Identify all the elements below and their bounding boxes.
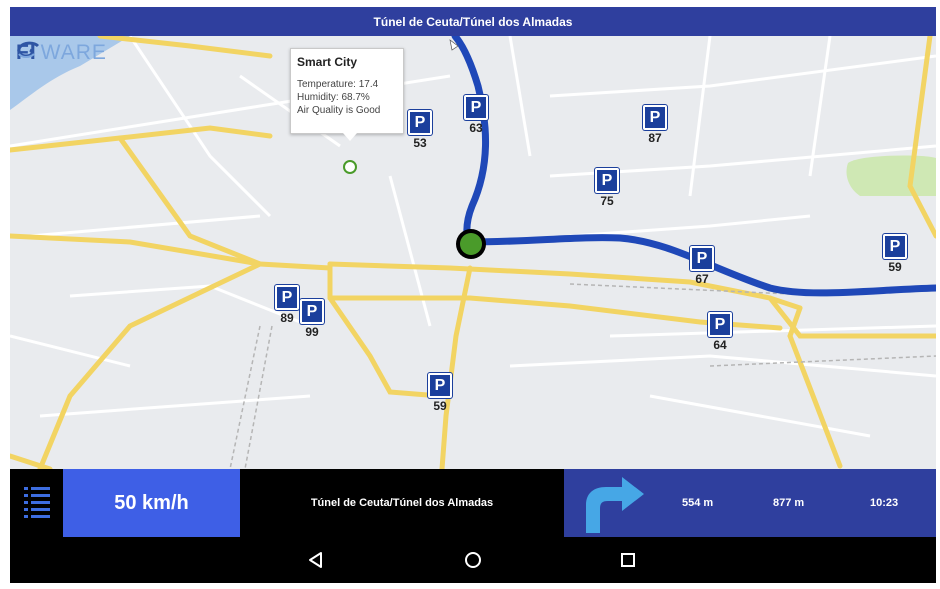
map-view[interactable]: FI WARE Smart City Temperature: 17.4 Humi… [10,36,936,469]
menu-button[interactable] [10,469,63,537]
parking-marker[interactable]: P 75 [595,168,619,208]
parking-marker[interactable]: P 53 [408,110,432,150]
parking-icon: P [708,312,732,337]
parking-icon: P [300,299,324,324]
arrival-time: 10:23 [870,497,899,509]
parking-marker[interactable]: P 59 [883,234,907,274]
next-turn-distance: 554 m [682,497,714,509]
parking-count: 64 [713,338,727,352]
parking-icon: P [408,110,432,135]
parking-count: 99 [305,325,319,339]
parking-icon: P [275,285,299,310]
parking-icon: P [883,234,907,259]
popup-humidity: Humidity: 68.7% [297,92,370,103]
parking-icon: P [464,95,488,120]
parking-count: 89 [280,311,294,325]
parking-marker[interactable]: P 87 [643,105,667,145]
fiware-swirl-icon [17,41,40,58]
parking-marker[interactable]: P 59 [428,373,452,413]
parking-icon: P [643,105,667,130]
turn-right-arrow-icon [586,477,644,533]
turn-instruction-panel: 554 m 877 m 10:23 [564,469,936,537]
parking-count: 59 [888,260,902,274]
android-nav-bar [10,537,936,583]
page-title: Túnel de Ceuta/Túnel dos Almadas [373,14,573,29]
popup-title: Smart City [297,55,358,69]
parking-icon: P [428,373,452,398]
smart-city-popup[interactable]: Smart City Temperature: 17.4 Humidity: 6… [290,48,404,141]
parking-marker[interactable]: P 89 [275,285,299,325]
speed-limit-panel: 50 km/h [63,469,240,537]
popup-temperature: Temperature: 17.4 [297,79,379,90]
location-dot-fill [460,233,482,255]
recents-icon [621,553,635,567]
current-street-name: Túnel de Ceuta/Túnel dos Almadas [310,497,494,509]
current-street-panel: Túnel de Ceuta/Túnel dos Almadas [240,469,564,537]
parking-marker[interactable]: P 63 [464,95,488,135]
home-button[interactable] [460,547,486,573]
logo-text-ware: WARE [40,41,107,64]
park-area [846,155,936,196]
fiware-logo: FI WARE [16,41,107,65]
back-button[interactable] [303,547,329,573]
remaining-distance: 877 m [773,497,805,509]
parking-count: 63 [469,121,483,135]
home-icon [465,552,481,568]
app-window: Túnel de Ceuta/Túnel dos Almadas FI WARE… [10,7,936,583]
parking-count: 53 [413,136,427,150]
recents-button[interactable] [615,547,641,573]
parking-icon: P [690,246,714,271]
parking-count: 75 [600,194,614,208]
navigation-bottom-bar: 50 km/h Túnel de Ceuta/Túnel dos Almadas… [10,469,936,537]
back-icon [309,552,322,568]
parking-count: 59 [433,399,447,413]
parking-count: 67 [695,272,709,286]
parking-marker[interactable]: P 67 [690,246,714,286]
title-bar: Túnel de Ceuta/Túnel dos Almadas [10,7,936,36]
popup-air-quality: Air Quality is Good [297,105,381,116]
parking-marker[interactable]: P 64 [708,312,732,352]
menu-list-icon [23,487,50,518]
parking-marker[interactable]: P 99 [300,299,324,339]
speed-limit-value: 50 km/h [114,491,189,514]
sensor-marker-icon[interactable] [343,160,357,174]
parking-icon: P [595,168,619,193]
parking-count: 87 [648,131,662,145]
